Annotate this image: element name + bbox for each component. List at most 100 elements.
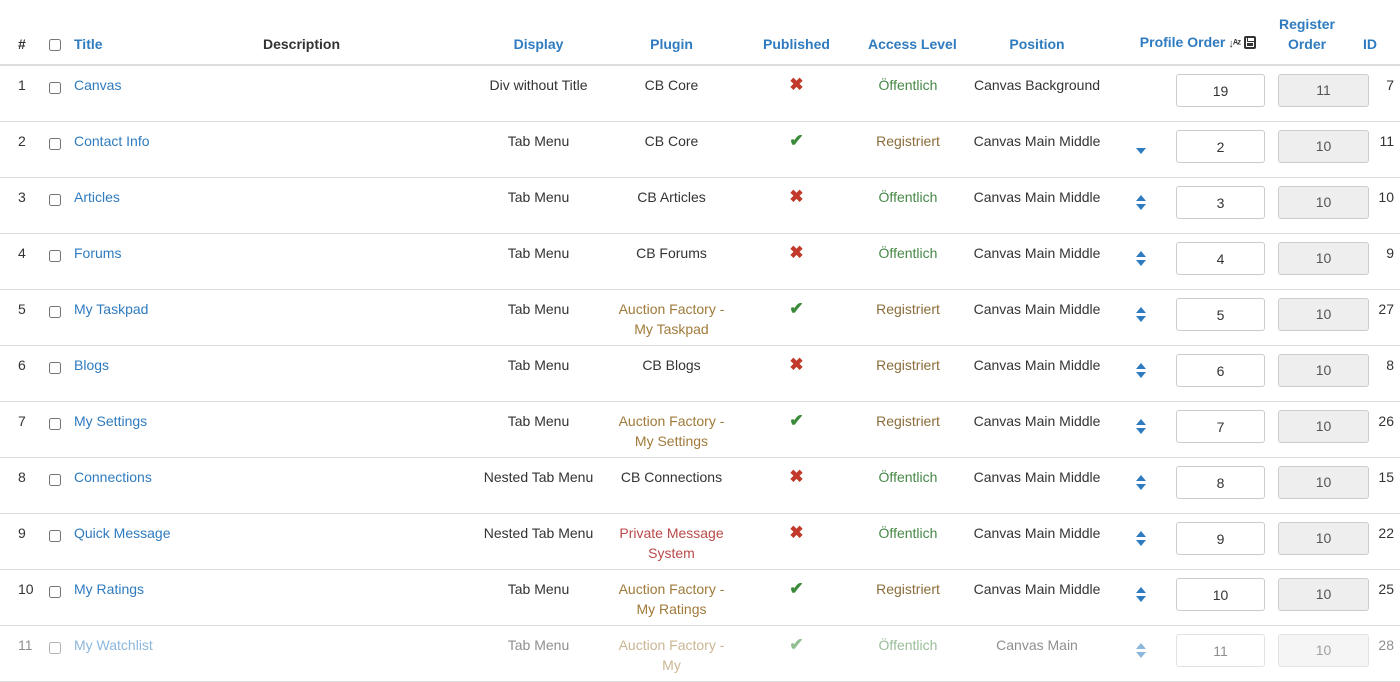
row-select[interactable]	[40, 233, 70, 290]
row-checkbox[interactable]	[49, 585, 61, 598]
sort-alpha-icon[interactable]: ↓ᴬᶻ	[1228, 38, 1241, 50]
row-select[interactable]	[40, 401, 70, 458]
row-select[interactable]	[40, 289, 70, 346]
move-down-icon[interactable]	[1136, 371, 1146, 378]
header-id[interactable]: ID	[1340, 0, 1400, 66]
row-checkbox[interactable]	[49, 82, 61, 94]
row-access-level[interactable]: Registriert	[864, 289, 952, 346]
profile-order-input[interactable]: 4	[1176, 241, 1265, 275]
move-up-icon[interactable]	[1136, 250, 1146, 257]
x-icon[interactable]: ✖	[789, 467, 803, 486]
move-down-icon[interactable]	[1136, 203, 1146, 210]
x-icon[interactable]: ✖	[789, 355, 803, 374]
row-access-level[interactable]: Registriert	[864, 401, 952, 458]
row-access-level[interactable]: Öffentlich	[864, 177, 952, 234]
header-plugin[interactable]: Plugin	[614, 0, 729, 66]
move-down-icon[interactable]	[1136, 315, 1146, 322]
header-position[interactable]: Position	[952, 0, 1122, 66]
move-up-icon[interactable]	[1136, 362, 1146, 369]
row-select[interactable]	[40, 177, 70, 234]
profile-order-input[interactable]: 2	[1176, 129, 1265, 163]
profile-order-input[interactable]: 11	[1176, 633, 1265, 667]
row-profile-order: 7	[1122, 401, 1274, 458]
header-profile-order-label[interactable]: Profile Order	[1140, 34, 1226, 50]
header-select-all[interactable]	[40, 0, 70, 66]
row-access-level[interactable]: Öffentlich	[864, 457, 952, 514]
move-down-icon[interactable]	[1136, 595, 1146, 602]
profile-order-input[interactable]: 7	[1176, 409, 1265, 443]
check-icon[interactable]: ✔	[789, 299, 803, 318]
header-published[interactable]: Published	[729, 0, 864, 66]
row-checkbox[interactable]	[49, 641, 61, 654]
save-icon[interactable]	[1244, 36, 1257, 49]
x-icon[interactable]: ✖	[789, 75, 803, 94]
row-title-link[interactable]: Canvas	[74, 77, 121, 93]
header-register-order[interactable]: Register Order	[1274, 0, 1340, 66]
row-select[interactable]	[40, 345, 70, 402]
row-access-level[interactable]: Registriert	[864, 345, 952, 402]
move-up-icon[interactable]	[1136, 586, 1146, 593]
row-published: ✔	[729, 569, 864, 626]
profile-order-input[interactable]: 3	[1176, 185, 1265, 219]
x-icon[interactable]: ✖	[789, 187, 803, 206]
select-all-checkbox[interactable]	[49, 39, 61, 52]
row-checkbox[interactable]	[49, 137, 61, 150]
row-title-link[interactable]: Quick Message	[74, 525, 170, 541]
move-down-icon[interactable]	[1136, 259, 1146, 266]
row-title-link[interactable]: My Settings	[74, 413, 147, 429]
header-access-level[interactable]: Access Level	[864, 0, 957, 66]
profile-order-input[interactable]: 5	[1176, 297, 1265, 331]
header-display[interactable]: Display	[463, 0, 614, 66]
move-up-icon[interactable]	[1136, 418, 1146, 425]
row-title-link[interactable]: Articles	[74, 189, 120, 205]
row-select[interactable]	[40, 513, 70, 570]
profile-order-input[interactable]: 10	[1176, 577, 1265, 611]
row-checkbox[interactable]	[49, 193, 61, 206]
move-up-icon[interactable]	[1136, 306, 1146, 313]
x-icon[interactable]: ✖	[789, 523, 803, 542]
row-title-link[interactable]: My Ratings	[74, 581, 144, 597]
check-icon[interactable]: ✔	[789, 411, 803, 430]
row-checkbox[interactable]	[49, 305, 61, 318]
row-select[interactable]	[40, 569, 70, 626]
move-up-icon[interactable]	[1136, 530, 1146, 537]
row-checkbox[interactable]	[49, 529, 61, 542]
row-title-link[interactable]: My Watchlist	[74, 637, 153, 653]
row-title-link[interactable]: Connections	[74, 469, 152, 485]
check-icon[interactable]: ✔	[789, 579, 803, 598]
row-access-level[interactable]: Öffentlich	[864, 625, 952, 682]
row-access-level[interactable]: Registriert	[864, 121, 952, 178]
row-checkbox[interactable]	[49, 473, 61, 486]
move-down-icon[interactable]	[1136, 483, 1146, 490]
row-title-link[interactable]: Contact Info	[74, 133, 150, 149]
row-select[interactable]	[40, 121, 70, 178]
row-select[interactable]	[40, 625, 70, 682]
move-down-icon[interactable]	[1136, 427, 1146, 434]
header-title[interactable]: Title	[70, 0, 263, 66]
check-icon[interactable]: ✔	[789, 131, 803, 150]
profile-order-input[interactable]: 8	[1176, 465, 1265, 499]
row-access-level[interactable]: Öffentlich	[864, 233, 952, 290]
profile-order-input[interactable]: 9	[1176, 521, 1265, 555]
row-title-link[interactable]: My Taskpad	[74, 301, 148, 317]
move-down-icon[interactable]	[1136, 539, 1146, 546]
profile-order-input[interactable]: 19	[1176, 74, 1265, 107]
row-access-level[interactable]: Öffentlich	[864, 513, 952, 570]
x-icon[interactable]: ✖	[789, 243, 803, 262]
row-select[interactable]	[40, 65, 70, 122]
row-title-link[interactable]: Blogs	[74, 357, 109, 373]
row-access-level[interactable]: Registriert	[864, 569, 952, 626]
move-down-icon[interactable]	[1136, 147, 1146, 154]
check-icon[interactable]: ✔	[789, 635, 803, 654]
header-profile-order[interactable]: Profile Order ↓ᴬᶻ	[1122, 0, 1274, 66]
row-title-link[interactable]: Forums	[74, 245, 121, 261]
move-up-icon[interactable]	[1136, 194, 1146, 201]
row-checkbox[interactable]	[49, 417, 61, 430]
profile-order-input[interactable]: 6	[1176, 353, 1265, 387]
row-checkbox[interactable]	[49, 249, 61, 262]
row-select[interactable]	[40, 457, 70, 514]
row-checkbox[interactable]	[49, 361, 61, 374]
move-up-icon[interactable]	[1136, 642, 1146, 649]
row-access-level[interactable]: Öffentlich	[864, 65, 952, 122]
move-up-icon[interactable]	[1136, 474, 1146, 481]
